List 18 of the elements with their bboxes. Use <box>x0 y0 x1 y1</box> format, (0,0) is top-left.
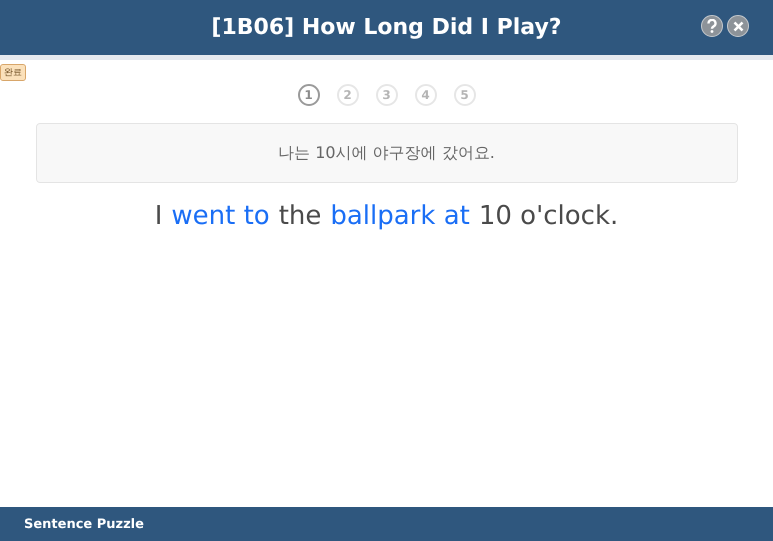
sentence-word: 10 o'clock. <box>478 201 618 231</box>
step-indicator[interactable]: 1 <box>298 84 320 106</box>
sentence-word: I <box>154 201 162 231</box>
footer-title: Sentence Puzzle <box>24 516 144 532</box>
help-icon <box>706 19 718 33</box>
sentence-word: the <box>278 201 322 231</box>
sentence-word: ballpark at <box>330 201 470 231</box>
close-icon <box>732 20 744 32</box>
help-button[interactable] <box>701 15 723 37</box>
step-indicator[interactable]: 4 <box>414 84 436 106</box>
step-indicator[interactable]: 2 <box>336 84 358 106</box>
sentence-word: went to <box>171 201 270 231</box>
window-title: [1B06] How Long Did I Play? <box>211 15 562 40</box>
status-badge: 완료 <box>0 64 26 81</box>
close-button[interactable] <box>727 15 749 37</box>
step-indicator[interactable]: 3 <box>376 84 398 106</box>
step-indicator[interactable]: 5 <box>454 84 476 106</box>
prompt-text: 나는 10시에 야구장에 갔어요. <box>36 123 738 183</box>
